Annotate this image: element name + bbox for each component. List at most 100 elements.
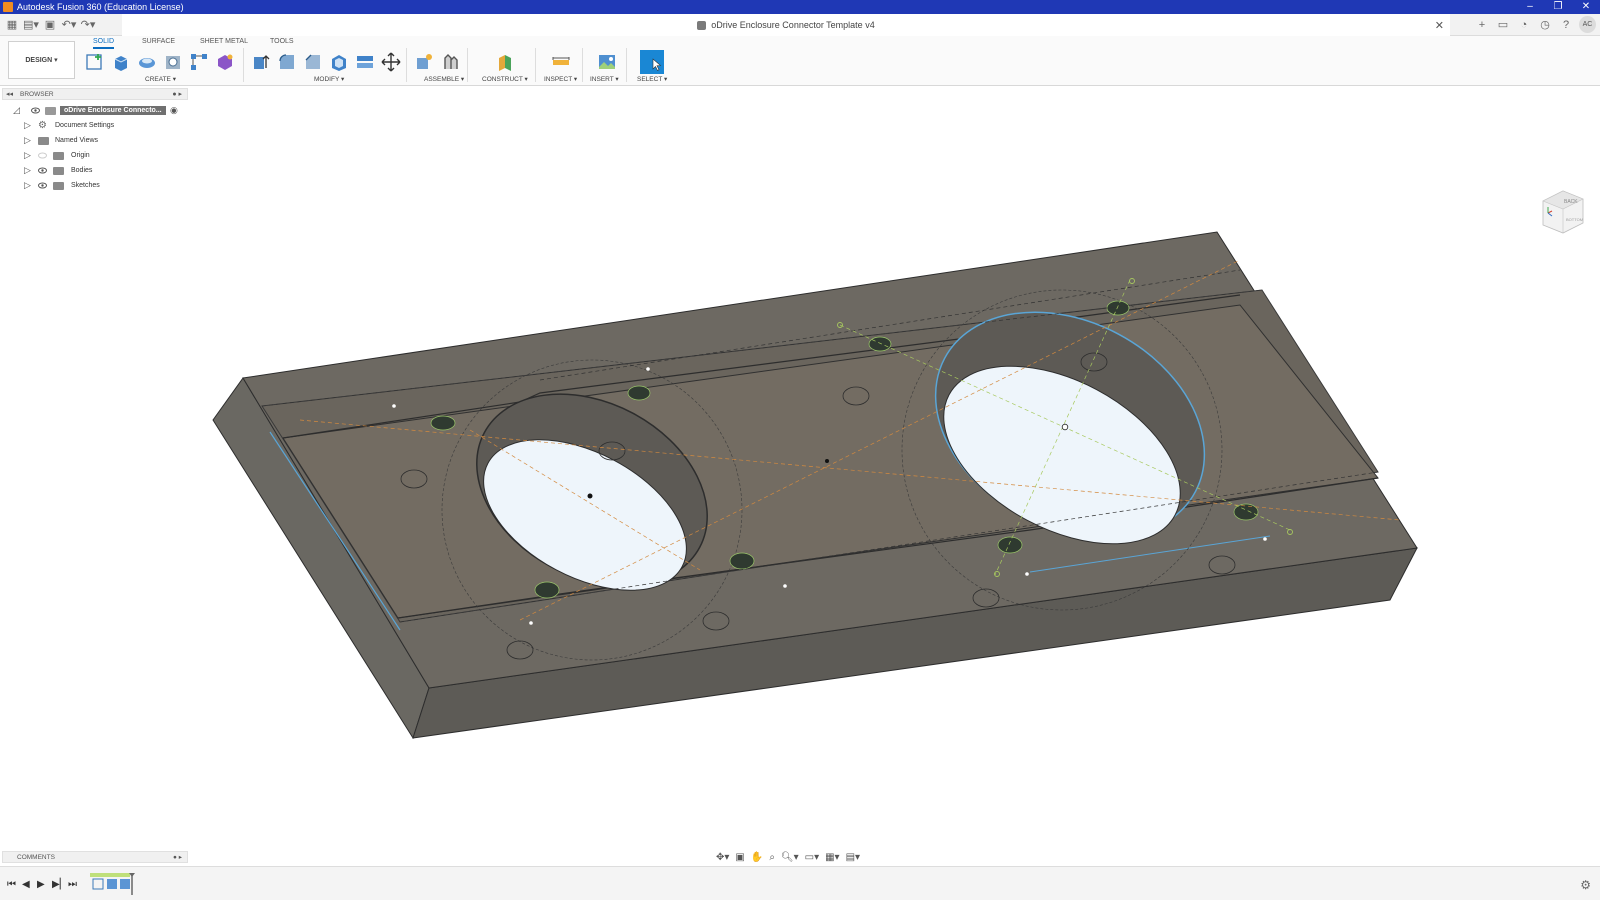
- navigation-bar: ✥▾ ▣ ✋ ⌕ 🔍︎▾ ▭▾ ▦▾ ▤▾: [716, 850, 876, 864]
- select-tool-icon[interactable]: [640, 50, 664, 74]
- insert-image-icon[interactable]: [596, 51, 618, 73]
- model-3d-view[interactable]: [0, 87, 1600, 863]
- tab-solid[interactable]: SOLID: [93, 38, 115, 49]
- zoom-window-icon[interactable]: ⌕: [769, 852, 775, 863]
- timeline-sketch-icon: [92, 878, 104, 890]
- ribbon-separator: [406, 48, 407, 82]
- offset-plane-icon[interactable]: [494, 51, 516, 73]
- construct-group-label[interactable]: CONSTRUCT ▾: [482, 75, 528, 83]
- display-settings-icon[interactable]: ▭▾: [805, 852, 819, 863]
- hole-icon[interactable]: [162, 51, 184, 73]
- pin-panel-icon[interactable]: ● ▸: [172, 90, 182, 98]
- expand-arrow-icon[interactable]: ◿: [13, 105, 20, 116]
- orbit-icon[interactable]: ✥▾: [716, 852, 729, 863]
- undo-icon[interactable]: ↶▾: [61, 18, 77, 31]
- go-to-end-icon[interactable]: ⏭: [68, 879, 77, 890]
- save-icon[interactable]: ▣: [42, 18, 58, 31]
- extrude-icon[interactable]: [110, 51, 132, 73]
- comments-pin-icon[interactable]: ● ▸: [173, 853, 182, 861]
- select-group-label[interactable]: SELECT ▾: [637, 75, 667, 83]
- expand-arrow-icon[interactable]: ▷: [24, 150, 31, 161]
- browser-item-sketches[interactable]: ▷ Sketches: [2, 178, 188, 193]
- measure-icon[interactable]: [550, 51, 572, 73]
- right-hole-center-point: [1061, 423, 1069, 431]
- left-hole-center-point: [587, 493, 593, 499]
- timeline-extrude-icon: [107, 879, 117, 889]
- quick-access-toolbar: ▦ ▤▾ ▣ ↶▾ ↷▾: [4, 18, 96, 31]
- shell-icon[interactable]: [328, 51, 350, 73]
- expand-arrow-icon[interactable]: ▷: [24, 165, 31, 176]
- create-group-label[interactable]: CREATE ▾: [145, 75, 176, 83]
- viewcube-bottom-label[interactable]: BOTTOM: [1566, 217, 1583, 222]
- folder-icon: [53, 182, 64, 190]
- grid-settings-icon[interactable]: ▦▾: [825, 852, 839, 863]
- visibility-eye-icon[interactable]: [38, 167, 47, 174]
- create-sketch-icon[interactable]: [84, 51, 106, 73]
- step-back-icon[interactable]: ◀: [22, 879, 30, 890]
- hidden-eye-icon[interactable]: [38, 152, 47, 159]
- browser-root-component[interactable]: ◿ oDrive Enclosure Connecto... ◉: [2, 103, 188, 118]
- assemble-group-label[interactable]: ASSEMBLE ▾: [424, 75, 464, 83]
- chamfer-icon[interactable]: [302, 51, 324, 73]
- create-form-icon[interactable]: [214, 51, 236, 73]
- close-window-button[interactable]: ✕: [1572, 0, 1600, 14]
- tab-sheet-metal[interactable]: SHEET METAL: [200, 38, 248, 45]
- go-to-start-icon[interactable]: ⏮: [7, 879, 16, 890]
- visibility-eye-icon[interactable]: [31, 107, 40, 114]
- viewports-icon[interactable]: ▤▾: [846, 852, 860, 863]
- modify-group-label[interactable]: MODIFY ▾: [314, 75, 344, 83]
- workspace-switcher-button[interactable]: DESIGN ▾: [8, 41, 75, 79]
- redo-icon[interactable]: ↷▾: [80, 18, 96, 31]
- expand-arrow-icon[interactable]: ▷: [24, 120, 31, 131]
- play-icon[interactable]: ▶: [37, 879, 45, 890]
- new-tab-plus-icon[interactable]: +: [1474, 17, 1490, 33]
- ribbon-separator: [626, 48, 627, 82]
- job-status-icon[interactable]: ▭: [1495, 17, 1511, 33]
- new-component-icon[interactable]: [413, 51, 435, 73]
- document-tab[interactable]: oDrive Enclosure Connector Template v4 ✕: [122, 14, 1450, 36]
- activate-component-radio-icon[interactable]: ◉: [170, 105, 178, 116]
- fillet-icon[interactable]: [276, 51, 298, 73]
- pan-hand-icon[interactable]: ✋: [751, 852, 763, 863]
- move-copy-icon[interactable]: [380, 51, 402, 73]
- user-avatar[interactable]: AC: [1579, 16, 1596, 33]
- revolve-icon[interactable]: [136, 51, 158, 73]
- view-cube[interactable]: BACK BOTTOM: [1538, 181, 1588, 241]
- browser-item-origin[interactable]: ▷ Origin: [2, 148, 188, 163]
- ribbon-separator: [243, 48, 244, 82]
- comments-panel-header[interactable]: COMMENTS ● ▸: [2, 851, 188, 863]
- browser-item-named-views[interactable]: ▷ Named Views: [2, 133, 188, 148]
- zoom-icon[interactable]: 🔍︎▾: [781, 852, 799, 863]
- browser-item-document-settings[interactable]: ▷ ⚙ Document Settings: [2, 118, 188, 133]
- restore-button[interactable]: ❐: [1544, 0, 1572, 14]
- browser-item-bodies[interactable]: ▷ Bodies: [2, 163, 188, 178]
- folder-icon: [53, 167, 64, 175]
- tab-tools[interactable]: TOOLS: [270, 38, 294, 45]
- insert-group-label[interactable]: INSERT ▾: [590, 75, 619, 83]
- close-tab-icon[interactable]: ✕: [1435, 19, 1444, 32]
- expand-arrow-icon[interactable]: ▷: [24, 180, 31, 191]
- collapse-panel-icon[interactable]: ◂◂: [6, 90, 13, 98]
- help-icon[interactable]: ?: [1558, 17, 1574, 33]
- look-at-icon[interactable]: ▣: [735, 852, 744, 863]
- notifications-clock-icon[interactable]: ◷: [1537, 17, 1553, 33]
- press-pull-icon[interactable]: [250, 51, 272, 73]
- combine-icon[interactable]: [354, 51, 376, 73]
- timeline-bar: ⏮ ◀ ▶ ▶▏ ⏭ ⚙: [0, 866, 1600, 900]
- tab-surface[interactable]: SURFACE: [142, 38, 175, 45]
- data-panel-grid-icon[interactable]: ▦: [4, 18, 20, 31]
- browser-header[interactable]: ◂◂ BROWSER ● ▸: [2, 88, 188, 100]
- extensions-icon[interactable]: ◔: [1516, 17, 1532, 33]
- expand-arrow-icon[interactable]: ▷: [24, 135, 31, 146]
- inspect-group-label[interactable]: INSPECT ▾: [544, 75, 577, 83]
- minimize-button[interactable]: –: [1516, 0, 1544, 14]
- file-menu-icon[interactable]: ▤▾: [23, 18, 39, 31]
- pattern-icon[interactable]: [188, 51, 210, 73]
- visibility-eye-icon[interactable]: [38, 182, 47, 189]
- joint-icon[interactable]: [439, 51, 461, 73]
- step-forward-icon[interactable]: ▶▏: [52, 879, 67, 890]
- viewcube-back-label[interactable]: BACK: [1564, 199, 1578, 205]
- timeline-features[interactable]: [90, 873, 140, 895]
- canvas-viewport[interactable]: BACK BOTTOM: [0, 87, 1600, 863]
- timeline-settings-gear-icon[interactable]: ⚙: [1580, 878, 1591, 892]
